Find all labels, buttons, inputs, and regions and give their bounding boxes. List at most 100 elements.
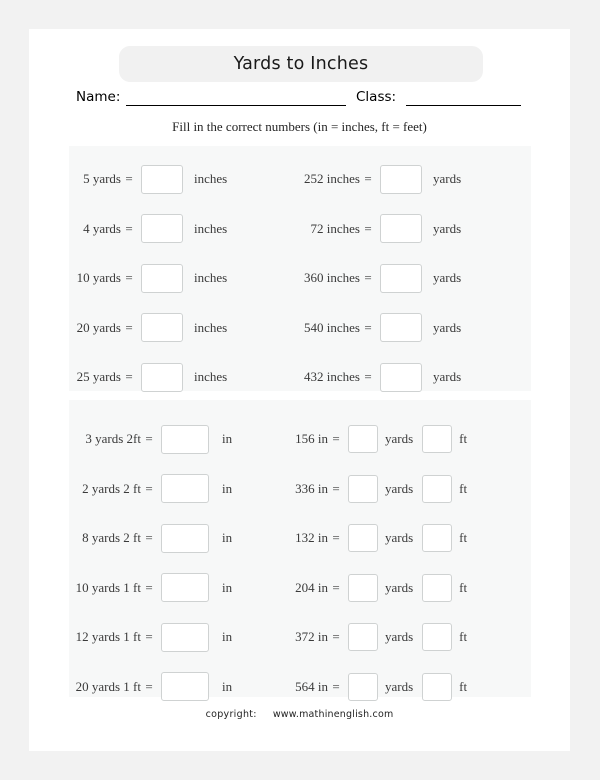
unit-label: inches xyxy=(194,369,228,384)
answer-box[interactable] xyxy=(161,573,209,602)
equals-sign: = xyxy=(125,369,133,384)
unit-label: yards xyxy=(433,319,462,335)
unit-label: yards xyxy=(433,220,462,236)
answer-box[interactable] xyxy=(141,362,183,392)
unit-label: in xyxy=(222,678,233,694)
answer-box[interactable] xyxy=(141,263,183,293)
problem-cell-left: 10 yards = inches xyxy=(29,260,260,296)
equals-sign: = xyxy=(125,220,133,236)
answer-box[interactable] xyxy=(348,623,378,651)
problem-cell-right: 372 in = yards ft xyxy=(260,619,491,655)
unit-label: yards xyxy=(385,579,414,595)
answer-box[interactable] xyxy=(161,672,209,701)
exercise-row: 5 yards = inches 252 inches = yards xyxy=(29,161,491,197)
answer-box[interactable] xyxy=(348,425,378,453)
unit-label: in xyxy=(222,579,233,595)
answer-box[interactable] xyxy=(161,523,209,553)
problem-prompt: 8 yards 2 ft xyxy=(82,530,141,545)
problem-prompt: 72 inches xyxy=(310,220,360,236)
unit-label: yards xyxy=(385,530,414,545)
problem-prompt: 25 yards xyxy=(76,369,121,384)
problem-prompt: 432 inches xyxy=(304,369,360,384)
unit-label-secondary: ft xyxy=(459,579,468,595)
name-class-row: Name: Class: xyxy=(29,87,570,113)
exercise-row: 2 yards 2 ft = in 336 in = yards ft xyxy=(29,471,491,507)
problem-cell-right: 252 inches = yards xyxy=(260,161,491,197)
problem-cell-left: 12 yards 1 ft = in xyxy=(29,619,260,655)
problem-prompt: 12 yards 1 ft xyxy=(75,629,141,644)
equals-sign: = xyxy=(125,270,133,285)
problem-cell-left: 4 yards = inches xyxy=(29,211,260,247)
problem-prompt: 2 yards 2 ft xyxy=(82,480,141,496)
problem-cell-left: 20 yards = inches xyxy=(29,310,260,346)
website-url: www.mathinenglish.com xyxy=(272,709,394,720)
answer-box[interactable] xyxy=(161,622,209,652)
problem-cell-right: 156 in = yards ft xyxy=(260,421,491,457)
equals-sign: = xyxy=(364,319,372,335)
problem-cell-right: 432 inches = yards xyxy=(260,359,491,395)
equals-sign: = xyxy=(145,678,153,694)
problem-cell-right: 360 inches = yards xyxy=(260,260,491,296)
answer-box[interactable] xyxy=(380,362,422,392)
answer-box-secondary[interactable] xyxy=(422,474,453,503)
answer-box[interactable] xyxy=(380,214,422,243)
name-label: Name: xyxy=(76,89,121,105)
equals-sign: = xyxy=(364,369,372,384)
problem-prompt: 4 yards xyxy=(83,220,121,236)
answer-box[interactable] xyxy=(161,474,209,503)
answer-box[interactable] xyxy=(141,313,183,342)
unit-label: inches xyxy=(194,319,228,335)
problem-cell-right: 204 in = yards ft xyxy=(260,570,491,606)
exercise-row: 20 yards 1 ft = in 564 in = yards ft xyxy=(29,669,491,705)
unit-label: inches xyxy=(194,171,228,186)
answer-box[interactable] xyxy=(380,263,422,293)
answer-box[interactable] xyxy=(348,573,378,602)
unit-label: in xyxy=(222,629,233,644)
class-label: Class: xyxy=(356,89,397,105)
equals-sign: = xyxy=(145,629,153,644)
problem-prompt: 564 in xyxy=(295,678,328,694)
instruction-text: Fill in the correct numbers (in = inches… xyxy=(172,119,427,134)
answer-box[interactable] xyxy=(141,214,183,243)
problem-prompt: 10 yards 1 ft xyxy=(75,579,141,595)
equals-sign: = xyxy=(332,431,340,446)
problem-prompt: 132 in xyxy=(295,530,328,545)
problem-prompt: 3 yards 2ft xyxy=(85,431,141,446)
answer-box-secondary[interactable] xyxy=(422,623,453,651)
answer-box[interactable] xyxy=(380,313,422,342)
problem-cell-right: 336 in = yards ft xyxy=(260,471,491,507)
unit-label: in xyxy=(222,431,233,446)
problem-prompt: 10 yards xyxy=(76,270,121,285)
answer-box[interactable] xyxy=(141,164,183,194)
class-input-line[interactable] xyxy=(406,105,521,106)
answer-box-secondary[interactable] xyxy=(422,425,453,453)
problem-cell-left: 2 yards 2 ft = in xyxy=(29,471,260,507)
problem-prompt: 20 yards 1 ft xyxy=(75,678,141,694)
problem-prompt: 20 yards xyxy=(76,319,121,335)
page-title: Yards to Inches xyxy=(233,54,369,74)
answer-box[interactable] xyxy=(161,424,209,454)
exercise-row: 4 yards = inches 72 inches = yards xyxy=(29,211,491,247)
answer-box-secondary[interactable] xyxy=(422,524,453,552)
equals-sign: = xyxy=(332,530,340,545)
unit-label: in xyxy=(222,530,233,545)
answer-box[interactable] xyxy=(348,524,378,552)
answer-box-secondary[interactable] xyxy=(422,672,453,701)
unit-label: inches xyxy=(194,220,228,236)
exercise-row: 3 yards 2ft = in 156 in = yards ft xyxy=(29,421,491,457)
answer-box-secondary[interactable] xyxy=(422,573,453,602)
equals-sign: = xyxy=(145,530,153,545)
answer-box[interactable] xyxy=(348,672,378,701)
unit-label-secondary: ft xyxy=(459,431,468,446)
problem-cell-left: 8 yards 2 ft = in xyxy=(29,520,260,556)
problem-cell-left: 5 yards = inches xyxy=(29,161,260,197)
answer-box[interactable] xyxy=(380,164,422,194)
equals-sign: = xyxy=(145,431,153,446)
problem-prompt: 204 in xyxy=(295,579,328,595)
title-banner: Yards to Inches xyxy=(119,46,483,82)
equals-sign: = xyxy=(364,171,372,186)
name-input-line[interactable] xyxy=(126,105,346,106)
equals-sign: = xyxy=(332,480,340,496)
unit-label: yards xyxy=(433,171,462,186)
answer-box[interactable] xyxy=(348,474,378,503)
